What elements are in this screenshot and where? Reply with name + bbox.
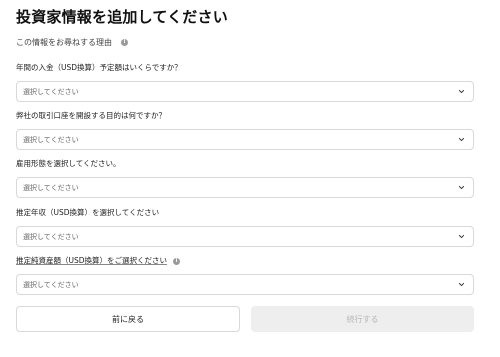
annual-income-select[interactable]: 選択してください xyxy=(16,226,474,247)
field-label: 年間の入金（USD換算）予定額はいくらですか？ xyxy=(16,62,474,74)
field-label: 弊社の取引口座を開設する目的は何ですか？ xyxy=(16,110,474,122)
employment-status-select[interactable]: 選択してください xyxy=(16,177,474,198)
account-purpose-select[interactable]: 選択してください xyxy=(16,129,474,150)
investor-info-form: 投資家情報を追加してください この情報をお尋ねする理由 i 年間の入金（USD換… xyxy=(0,0,500,357)
field-annual-deposit: 年間の入金（USD換算）予定額はいくらですか？ 選択してください xyxy=(16,62,474,102)
chevron-down-icon xyxy=(458,234,465,239)
field-label: 推定純資産額（USD換算）をご選択ください i xyxy=(16,255,474,267)
reason-link[interactable]: この情報をお尋ねする理由 i xyxy=(16,37,128,48)
field-annual-income: 推定年収（USD換算）を選択してください 選択してください xyxy=(16,207,474,247)
chevron-down-icon xyxy=(458,137,465,142)
field-label-text: 弊社の取引口座を開設する目的は何ですか？ xyxy=(16,111,166,120)
chevron-down-icon xyxy=(458,185,465,190)
field-label-text: 雇用形態を選択してください。 xyxy=(16,159,121,168)
field-employment-status: 雇用形態を選択してください。 選択してください xyxy=(16,158,474,198)
select-placeholder: 選択してください xyxy=(23,232,79,241)
reason-link-label: この情報をお尋ねする理由 xyxy=(16,38,112,47)
continue-button[interactable]: 続行する xyxy=(251,306,474,332)
back-button[interactable]: 前に戻る xyxy=(16,306,240,332)
chevron-down-icon xyxy=(458,89,465,94)
field-label-text: 推定年収（USD換算）を選択してください xyxy=(16,208,160,217)
annual-deposit-select[interactable]: 選択してください xyxy=(16,81,474,102)
field-net-worth: 推定純資産額（USD換算）をご選択ください i 選択してください xyxy=(16,255,474,295)
page-title: 投資家情報を追加してください xyxy=(16,8,228,26)
select-placeholder: 選択してください xyxy=(23,135,79,144)
field-label-text: 推定純資産額（USD換算）をご選択ください xyxy=(16,256,168,265)
field-label: 推定年収（USD換算）を選択してください xyxy=(16,207,474,219)
field-account-purpose: 弊社の取引口座を開設する目的は何ですか？ 選択してください xyxy=(16,110,474,150)
field-label: 雇用形態を選択してください。 xyxy=(16,158,474,170)
select-placeholder: 選択してください xyxy=(23,87,79,96)
select-placeholder: 選択してください xyxy=(23,183,79,192)
select-placeholder: 選択してください xyxy=(23,280,79,289)
info-icon[interactable]: i xyxy=(121,39,128,46)
field-label-text: 年間の入金（USD換算）予定額はいくらですか？ xyxy=(16,63,182,72)
chevron-down-icon xyxy=(458,282,465,287)
net-worth-select[interactable]: 選択してください xyxy=(16,274,474,295)
info-icon[interactable]: i xyxy=(173,257,181,265)
